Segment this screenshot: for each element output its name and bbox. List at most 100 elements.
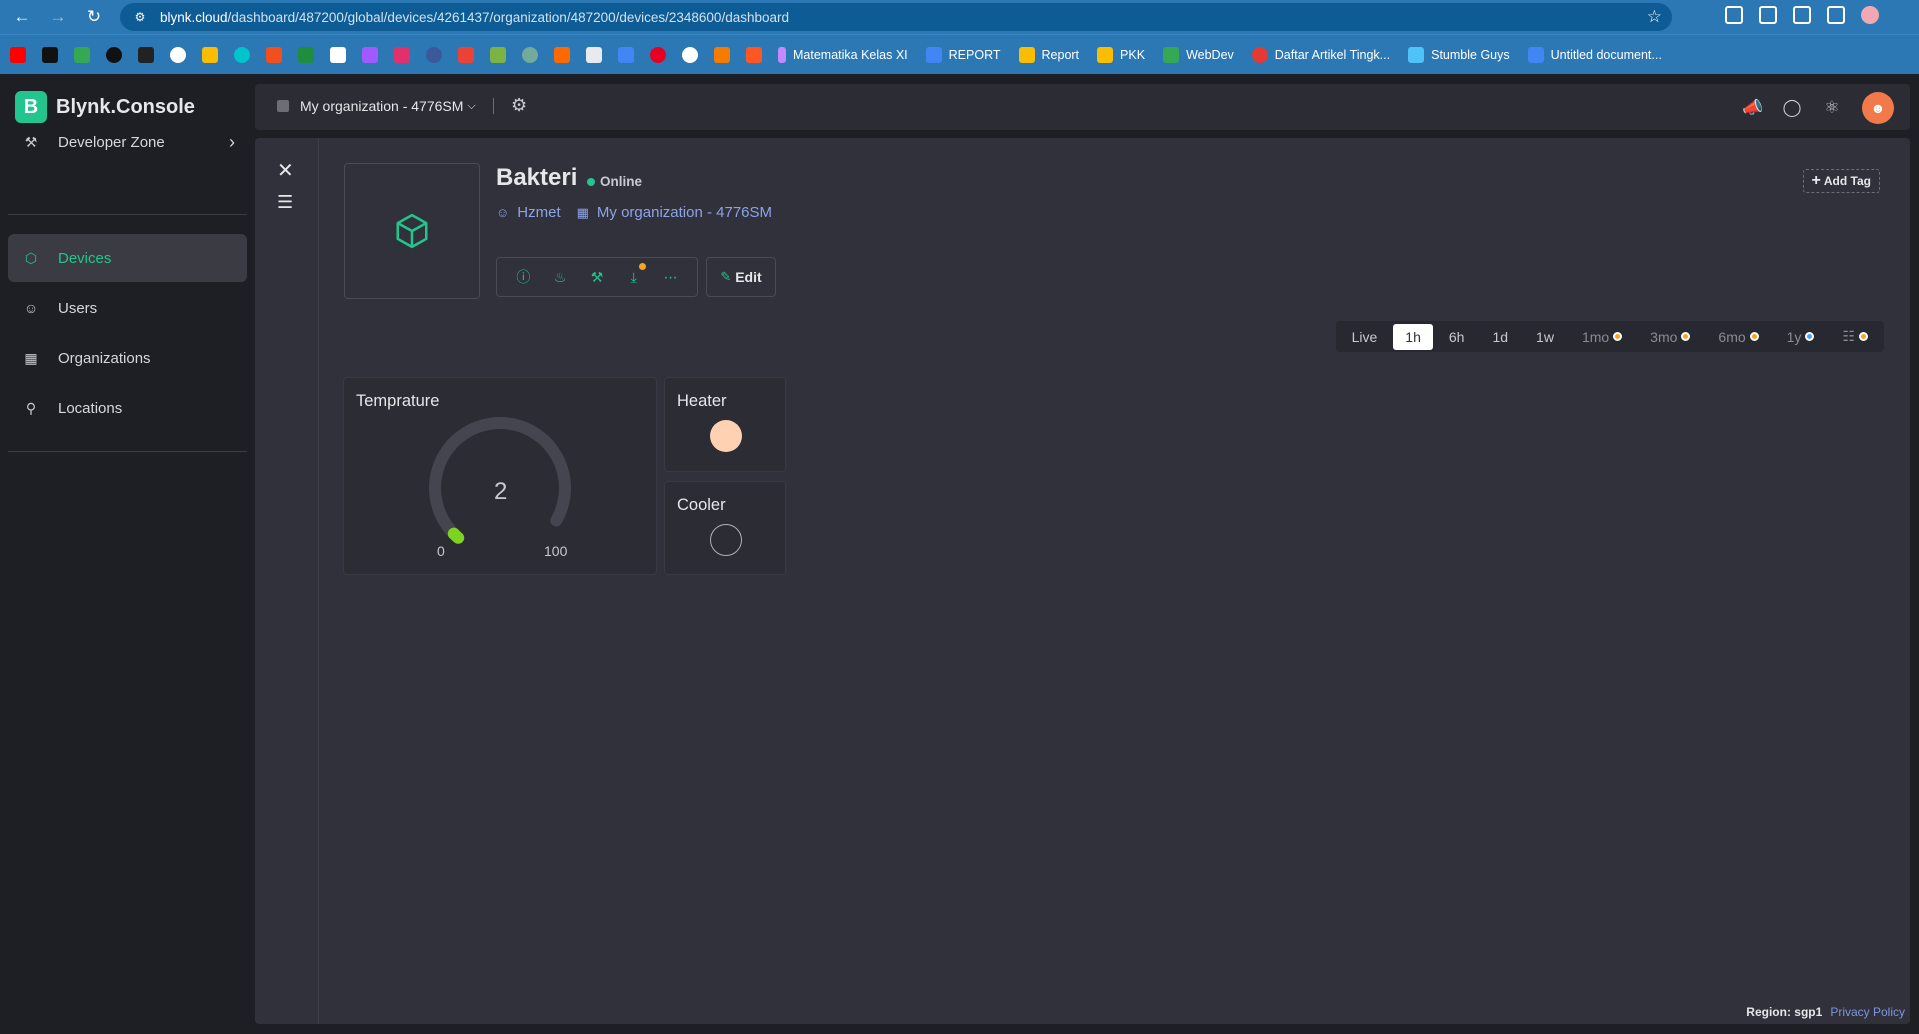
app-header: My organization - 4776SM ⌵ ⚙ 📣 ◯ ⚛ ☻: [255, 84, 1910, 130]
forward-icon[interactable]: →: [44, 3, 72, 31]
range-tab-3mo[interactable]: 3mo: [1638, 324, 1702, 350]
bookmark-icon[interactable]: [554, 46, 570, 63]
bookmark-item[interactable]: PKK: [1097, 46, 1145, 63]
sidebar-item-locations[interactable]: ⚲ Locations: [8, 384, 247, 432]
bookmark-icon[interactable]: [74, 46, 90, 63]
github-icon[interactable]: [682, 46, 698, 63]
sidebar-item-devices[interactable]: ⬡ Devices: [8, 234, 247, 282]
bookmark-icon[interactable]: [586, 46, 602, 63]
globe-icon[interactable]: [170, 46, 186, 63]
cooler-widget[interactable]: Cooler: [665, 482, 785, 574]
bookmark-icon[interactable]: [490, 46, 506, 63]
edit-button[interactable]: ✎ Edit: [706, 257, 776, 297]
sidebar-item-organizations[interactable]: ▦ Organizations: [8, 334, 247, 382]
figma-icon[interactable]: [362, 46, 378, 63]
pinterest-icon[interactable]: [650, 46, 666, 63]
profile-avatar[interactable]: [1861, 6, 1879, 24]
widget-title: Cooler: [677, 496, 726, 514]
bookmark-icon[interactable]: [42, 46, 58, 63]
drive-icon[interactable]: [298, 46, 314, 63]
more-icon[interactable]: ⋯: [661, 269, 681, 286]
range-tab-1h[interactable]: 1h: [1393, 323, 1433, 350]
media-icon[interactable]: [1793, 6, 1811, 24]
range-tab-1y[interactable]: 1y: [1775, 324, 1827, 350]
side-rail: ✕ ☰: [255, 138, 319, 1024]
canva-icon[interactable]: [234, 46, 250, 63]
range-tab-6mo[interactable]: 6mo: [1706, 324, 1770, 350]
owner-link[interactable]: Hzmet: [517, 204, 560, 221]
sidebar-item-developer-zone[interactable]: ⚒ Developer Zone ›: [8, 118, 247, 166]
status-text: Online: [600, 174, 643, 189]
bookmark-icon[interactable]: [426, 46, 442, 63]
side-panel-icon[interactable]: [1827, 6, 1845, 24]
device-name: Bakteri: [496, 164, 578, 191]
chatgpt-icon[interactable]: [522, 46, 538, 63]
gauge-max: 100: [544, 543, 568, 559]
bookmark-item[interactable]: Untitled document...: [1527, 46, 1662, 63]
docs-icon: [1527, 46, 1544, 63]
reload-icon[interactable]: ↻: [80, 3, 108, 31]
online-dot: [587, 177, 595, 186]
gauge-widget[interactable]: Temprature 2 0 100: [344, 378, 656, 574]
netflix-icon[interactable]: [106, 46, 122, 63]
org-link[interactable]: My organization - 4776SM: [597, 204, 772, 221]
translate-icon[interactable]: [618, 46, 634, 63]
user-avatar[interactable]: ☻: [1862, 92, 1894, 124]
bookmark-icon[interactable]: [330, 46, 346, 63]
bookmark-icon[interactable]: [458, 46, 474, 63]
puzzle-icon[interactable]: [1759, 6, 1777, 24]
org-selector[interactable]: My organization - 4776SM ⌵: [277, 98, 476, 114]
bookmark-icon[interactable]: [138, 46, 154, 63]
add-tag-button[interactable]: + Add Tag: [1802, 169, 1880, 193]
help-icon[interactable]: ◯: [1782, 98, 1802, 118]
address-bar[interactable]: ⚙ blynk.cloud/dashboard/487200/global/de…: [120, 3, 1672, 31]
range-tab-1mo[interactable]: 1mo: [1570, 324, 1634, 350]
info-icon[interactable]: ⓘ: [513, 267, 533, 287]
bookmark-star-icon[interactable]: ☆: [1647, 7, 1662, 27]
sidebar-item-users[interactable]: ☺ Users: [8, 284, 247, 332]
building-icon: ▦: [576, 204, 589, 220]
range-tab-6h[interactable]: 6h: [1437, 324, 1477, 350]
bookmark-item[interactable]: REPORT: [925, 46, 1001, 63]
custom-range-button[interactable]: ☷: [1830, 324, 1880, 350]
back-icon[interactable]: ←: [8, 3, 36, 31]
premium-dot: [1859, 332, 1868, 341]
bell-icon[interactable]: ♨: [550, 269, 570, 286]
gear-icon[interactable]: ⚙: [511, 95, 527, 116]
range-tab-1d[interactable]: 1d: [1480, 324, 1520, 350]
extension-icon[interactable]: [1725, 6, 1743, 24]
youtube-icon[interactable]: [10, 46, 26, 63]
instagram-icon[interactable]: [394, 46, 410, 63]
bookmark-item[interactable]: WebDev: [1163, 46, 1234, 63]
sidebar-item-label: Developer Zone: [58, 133, 165, 151]
bug-icon[interactable]: ⚛: [1822, 98, 1842, 118]
range-tab-live[interactable]: Live: [1340, 324, 1390, 350]
premium-dot: [1613, 332, 1623, 341]
device-meta: ☺ Hzmet ▦ My organization - 4776SM: [496, 204, 772, 221]
bookmark-icon[interactable]: [266, 46, 282, 63]
bookmark-item[interactable]: Report: [1018, 46, 1079, 63]
tools-icon[interactable]: ⚒: [587, 269, 607, 286]
blogger-icon[interactable]: [714, 46, 730, 63]
bookmark-item[interactable]: Matematika Kelas XI: [778, 46, 908, 63]
close-icon[interactable]: ✕: [277, 158, 294, 183]
sidebar-item-label: Locations: [58, 399, 123, 417]
drive-icon: [1097, 46, 1114, 63]
privacy-policy-link[interactable]: Privacy Policy: [1830, 1005, 1905, 1019]
url-text[interactable]: blynk.cloud/dashboard/487200/global/devi…: [160, 10, 789, 25]
announcement-icon[interactable]: 📣: [1742, 98, 1763, 118]
bookmark-item[interactable]: Stumble Guys: [1408, 46, 1510, 63]
sidebar-item-label: Devices: [58, 249, 112, 267]
download-icon[interactable]: ⤓: [624, 262, 646, 286]
building-icon: ▦: [24, 349, 38, 366]
site-settings-icon[interactable]: ⚙: [132, 9, 148, 25]
blogger-icon[interactable]: [746, 46, 762, 63]
heater-widget[interactable]: Heater: [665, 378, 785, 471]
menu-icon[interactable]: ☰: [277, 192, 293, 213]
bookmarks-bar: Matematika Kelas XI REPORT Report PKK We…: [0, 34, 1919, 74]
bookmark-icon[interactable]: [202, 46, 218, 63]
range-tab-1w[interactable]: 1w: [1524, 324, 1566, 350]
premium-dot: [1805, 332, 1815, 341]
sliders-icon: ☷: [1842, 328, 1855, 344]
bookmark-item[interactable]: Daftar Artikel Tingk...: [1251, 46, 1390, 63]
